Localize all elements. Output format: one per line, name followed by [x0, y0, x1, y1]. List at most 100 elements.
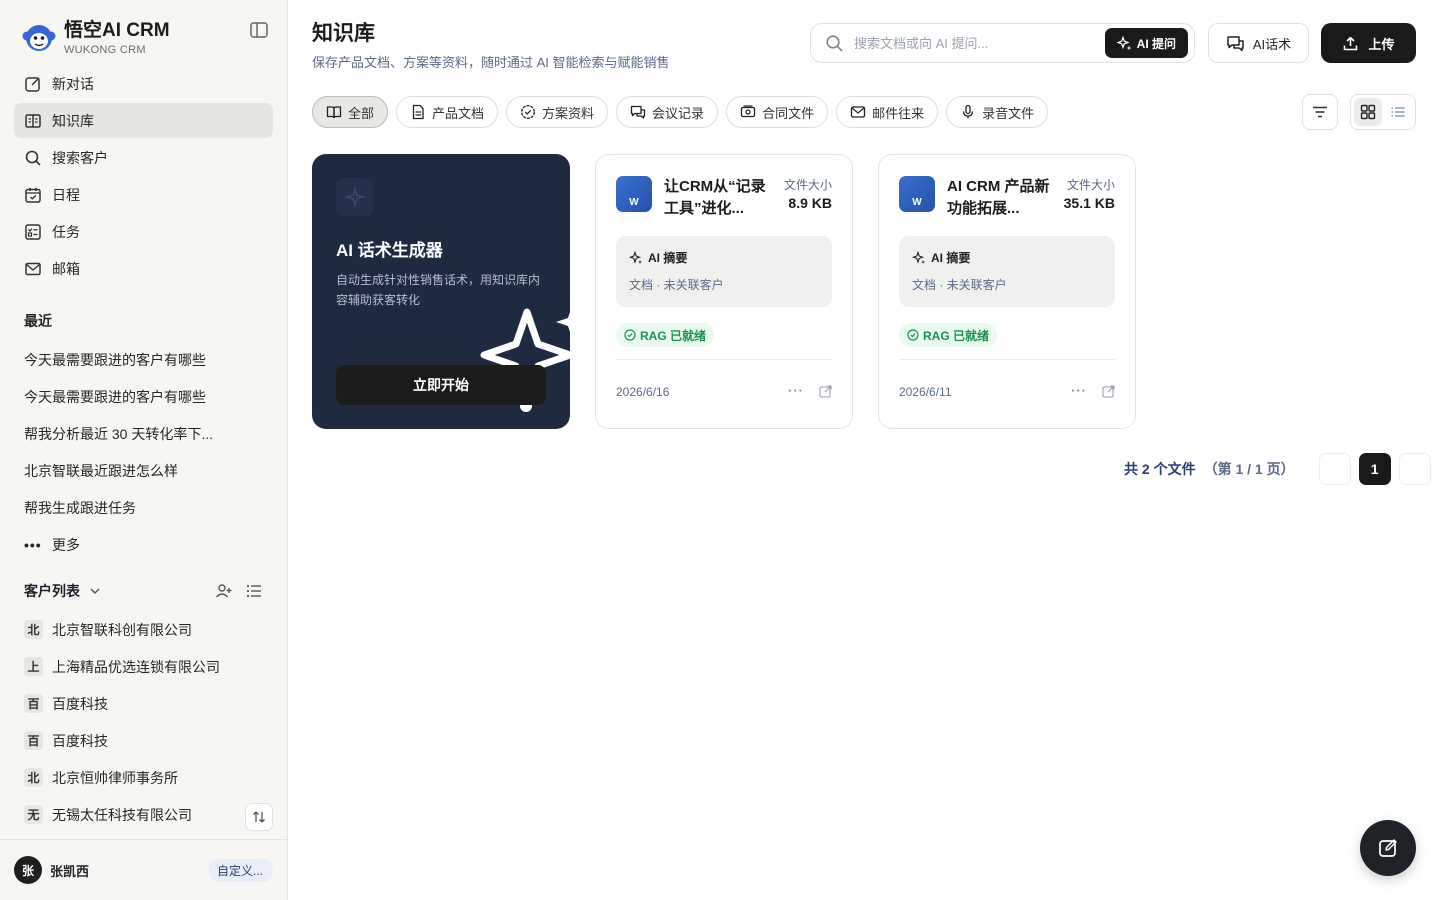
calendar-icon — [25, 187, 41, 203]
recent-item[interactable]: 今天最需要跟进的客户有哪些 — [0, 378, 287, 415]
recent-item[interactable]: 帮我分析最近 30 天转化率下... — [0, 415, 287, 452]
sparkle-icon — [629, 250, 642, 264]
more-options-icon[interactable]: ··· — [788, 383, 804, 398]
promo-title: AI 话术生成器 — [336, 241, 443, 260]
grid-view-button[interactable] — [1354, 98, 1382, 126]
search-icon — [826, 34, 843, 52]
ai-summary-title: AI 摘要 — [648, 251, 688, 265]
customer-name: 上海精品优选连锁有限公司 — [52, 658, 220, 675]
user-bar[interactable]: 张 张凯西 自定义... — [0, 839, 287, 900]
filter-label: 合同文件 — [762, 105, 815, 121]
nav-label: 任务 — [52, 223, 80, 240]
start-now-button[interactable]: 立即开始 — [336, 365, 546, 405]
document-card[interactable]: W 让CRM从“记录工具”进化... 文件大小 8.9 KB AI 摘要 文档 … — [595, 154, 853, 429]
nav-item-tasks[interactable]: 任务 — [14, 214, 273, 249]
customer-name: 百度科技 — [52, 695, 108, 712]
sort-toggle-button[interactable] — [245, 803, 273, 831]
recent-list: 今天最需要跟进的客户有哪些 今天最需要跟进的客户有哪些 帮我分析最近 30 天转… — [0, 341, 287, 563]
page-description: 保存产品文档、方案等资料，随时通过 AI 智能检索与赋能销售 — [312, 55, 670, 70]
chat-icon — [630, 105, 646, 119]
rag-status-badge: RAG 已就绪 — [899, 323, 998, 347]
ai-summary-text: 文档 · 未关联客户 — [629, 278, 724, 292]
user-tag[interactable]: 自定义... — [208, 858, 273, 882]
customer-list-header: 客户列表 — [0, 577, 287, 605]
filter-label: 会议记录 — [652, 105, 705, 121]
category-filters: 全部 产品文档 方案资料 会议记录 合同文件 邮件往来 录音文件 — [312, 96, 1049, 128]
recent-item[interactable]: 今天最需要跟进的客户有哪些 — [0, 341, 287, 378]
nav-item-new-chat[interactable]: 新对话 — [14, 66, 273, 101]
ai-ask-label: AI 提问 — [1136, 36, 1176, 51]
page-info: （第 1 / 1 页） — [1203, 461, 1295, 477]
edit-icon — [1379, 839, 1397, 857]
prev-page-button[interactable] — [1318, 453, 1351, 485]
book-icon — [25, 113, 41, 128]
filter-chip-solutions[interactable]: 方案资料 — [506, 96, 609, 128]
open-external-icon[interactable] — [819, 385, 832, 398]
filter-chip-emails[interactable]: 邮件往来 — [836, 96, 939, 128]
sidebar-toggle-icon[interactable] — [249, 20, 269, 40]
list-icon[interactable] — [245, 582, 263, 600]
main-content: 知识库 保存产品文档、方案等资料，随时通过 AI 智能检索与赋能销售 AI 提问… — [288, 0, 1440, 900]
filter-button[interactable] — [1302, 94, 1338, 130]
word-file-icon: W — [899, 176, 935, 212]
nav-item-search-customers[interactable]: 搜索客户 — [14, 140, 273, 175]
upload-button[interactable]: 上传 — [1321, 23, 1416, 63]
filter-chip-all[interactable]: 全部 — [312, 96, 389, 128]
nav-item-knowledge-base[interactable]: 知识库 — [14, 103, 273, 138]
next-page-button[interactable] — [1398, 453, 1431, 485]
ai-ask-button[interactable]: AI 提问 — [1104, 28, 1188, 58]
divider — [899, 359, 1115, 360]
customer-list-title[interactable]: 客户列表 — [24, 581, 80, 601]
chevron-right-icon — [1414, 470, 1416, 472]
filter-label: 产品文档 — [432, 105, 485, 121]
more-label: 更多 — [52, 536, 80, 553]
customer-item[interactable]: 百百度科技 — [0, 722, 287, 759]
ai-script-button[interactable]: AI话术 — [1208, 23, 1309, 63]
customer-badge: 百 — [24, 694, 43, 713]
user-name: 张凯西 — [50, 863, 90, 879]
filter-chip-meetings[interactable]: 会议记录 — [616, 96, 719, 128]
ai-summary-text: 文档 · 未关联客户 — [912, 278, 1007, 292]
recent-more-button[interactable]: ••• 更多 — [0, 526, 287, 563]
open-external-icon[interactable] — [1102, 385, 1115, 398]
monkey-logo-icon — [22, 25, 56, 51]
ai-script-generator-card[interactable]: AI 话术生成器 自动生成针对性销售话术，用知识库内容辅助获客转化 立即开始 — [312, 154, 570, 429]
customer-item[interactable]: 上上海精品优选连锁有限公司 — [0, 648, 287, 685]
pagination-summary: 共 2 个文件 （第 1 / 1 页） — [1124, 459, 1295, 479]
search-input[interactable] — [854, 35, 1084, 51]
word-file-icon: W — [616, 176, 652, 212]
customer-item[interactable]: 北北京恒帅律师事务所 — [0, 759, 287, 796]
filter-chip-recordings[interactable]: 录音文件 — [946, 96, 1049, 128]
view-toggle — [1350, 94, 1416, 130]
check-circle-icon — [907, 329, 919, 341]
file-count: 共 2 个文件 — [1124, 461, 1196, 477]
customer-item[interactable]: 无无锡太任科技有限公司 — [0, 796, 287, 833]
filter-chip-product-docs[interactable]: 产品文档 — [396, 96, 499, 128]
new-chat-fab[interactable] — [1360, 820, 1416, 876]
nav-item-schedule[interactable]: 日程 — [14, 177, 273, 212]
list-view-button[interactable] — [1384, 98, 1412, 126]
nav-label: 搜索客户 — [52, 149, 108, 166]
grid-icon — [1360, 104, 1376, 120]
search-box: AI 提问 — [810, 23, 1195, 63]
file-size-label: 文件大小 — [783, 178, 832, 192]
recent-item[interactable]: 帮我生成跟进任务 — [0, 489, 287, 526]
nav-item-mailbox[interactable]: 邮箱 — [14, 251, 273, 286]
recent-item[interactable]: 北京智联最近跟进怎么样 — [0, 452, 287, 489]
more-options-icon[interactable]: ··· — [1071, 383, 1087, 398]
filter-chip-contracts[interactable]: 合同文件 — [726, 96, 829, 128]
nav-label: 邮箱 — [52, 260, 80, 277]
document-card[interactable]: W AI CRM 产品新功能拓展... 文件大小 35.1 KB AI 摘要 文… — [878, 154, 1136, 429]
customer-item[interactable]: 百百度科技 — [0, 685, 287, 722]
customer-item[interactable]: 北北京智联科创有限公司 — [0, 611, 287, 648]
chevron-left-icon — [1334, 470, 1335, 472]
more-dots-icon: ••• — [24, 536, 42, 553]
book-open-icon — [326, 106, 342, 119]
customer-badge: 无 — [24, 805, 43, 824]
page-button-current[interactable]: 1 — [1358, 453, 1391, 485]
add-user-icon[interactable] — [215, 582, 233, 600]
customer-badge: 百 — [24, 731, 43, 750]
chevron-down-icon[interactable] — [88, 584, 102, 598]
filter-icon — [1313, 106, 1327, 118]
document-date: 2026/6/16 — [616, 385, 670, 399]
